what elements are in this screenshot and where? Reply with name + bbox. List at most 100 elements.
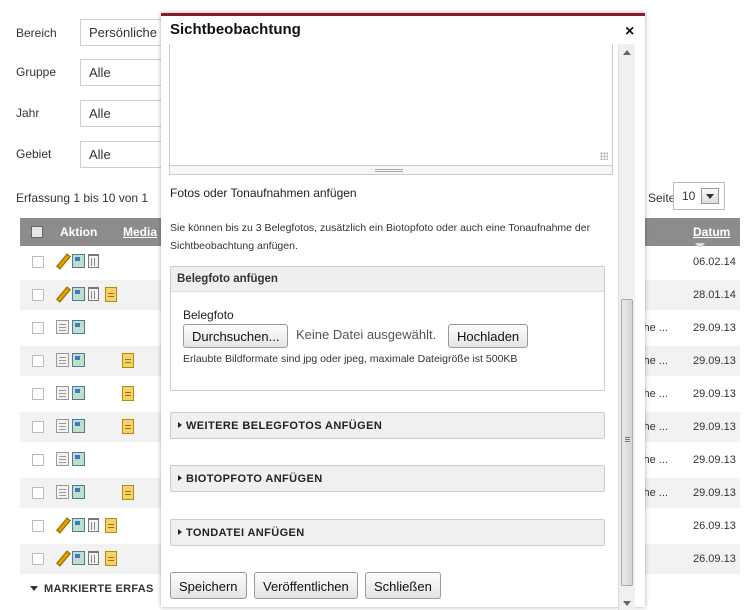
observation-textarea[interactable] <box>169 44 613 166</box>
row-checkbox[interactable] <box>32 520 44 532</box>
filter-jahr: Jahr <box>16 97 70 129</box>
map-icon[interactable] <box>72 254 85 268</box>
row-checkbox[interactable] <box>32 421 44 433</box>
map-icon[interactable] <box>72 551 85 565</box>
view-icon[interactable] <box>56 320 69 334</box>
trash-icon[interactable] <box>88 254 99 268</box>
upload-button[interactable]: Hochladen <box>448 324 529 348</box>
accordion-biotopfoto[interactable]: BIOTOPFOTO ANFÜGEN <box>170 465 605 492</box>
row-date: 29.09.13 <box>693 487 736 499</box>
row-checkbox[interactable] <box>32 388 44 400</box>
map-icon[interactable] <box>72 452 85 466</box>
accordion-weitere-belegfotos[interactable]: WEITERE BELEGFOTOS ANFÜGEN <box>170 412 605 439</box>
row-checkbox[interactable] <box>32 355 44 367</box>
row-checkbox[interactable] <box>32 487 44 499</box>
filter-gebiet: Gebiet <box>16 138 70 170</box>
browse-button[interactable]: Durchsuchen... <box>183 324 289 348</box>
row-checkbox[interactable] <box>32 553 44 565</box>
row-date: 26.09.13 <box>693 520 736 532</box>
media-file-icon[interactable] <box>105 518 117 533</box>
result-count: Erfassung 1 bis 10 von 1 <box>16 191 149 205</box>
row-date: 29.09.13 <box>693 421 736 433</box>
scroll-down-icon[interactable] <box>623 601 631 606</box>
dialog-scrollbar[interactable] <box>618 44 635 610</box>
scrollbar-thumb[interactable] <box>621 299 633 586</box>
accordion-label: WEITERE BELEGFOTOS ANFÜGEN <box>186 420 383 432</box>
column-datum-label: Datum <box>693 225 731 239</box>
scroll-up-icon[interactable] <box>623 50 631 55</box>
row-checkbox[interactable] <box>32 256 44 268</box>
filter-label-gebiet: Gebiet <box>16 147 52 161</box>
accordion-tondatei[interactable]: TONDATEI ANFÜGEN <box>170 519 605 546</box>
page-size-dropdown-icon[interactable] <box>701 188 719 204</box>
filter-gruppe: Gruppe <box>16 56 70 88</box>
select-all-checkbox[interactable] <box>31 226 43 238</box>
media-file-icon[interactable] <box>122 419 134 434</box>
page-size-select[interactable]: 10 <box>673 182 725 210</box>
bulk-action-toggle[interactable]: MARKIERTE ERFAS <box>30 583 154 595</box>
column-aktion: Aktion <box>60 225 98 239</box>
row-checkbox[interactable] <box>32 289 44 301</box>
section-title: Fotos oder Tonaufnahmen anfügen <box>170 186 357 200</box>
row-checkbox[interactable] <box>32 322 44 334</box>
edit-icon[interactable] <box>56 518 69 532</box>
bereich-value: Persönliche <box>89 25 157 40</box>
filter-label-jahr: Jahr <box>16 106 40 120</box>
map-icon[interactable] <box>72 386 85 400</box>
belegfoto-label: Belegfoto <box>183 308 234 322</box>
row-date: 26.09.13 <box>693 553 736 565</box>
gruppe-value: Alle <box>89 65 111 80</box>
media-file-icon[interactable] <box>122 353 134 368</box>
map-icon[interactable] <box>72 419 85 433</box>
resize-grip-icon[interactable] <box>600 152 608 160</box>
section-description: Sie können bis zu 3 Belegfotos, zusätzli… <box>170 222 591 252</box>
view-icon[interactable] <box>56 386 69 400</box>
map-icon[interactable] <box>72 485 85 499</box>
expand-arrow-icon <box>178 422 182 428</box>
save-button[interactable]: Speichern <box>170 572 247 599</box>
row-date: 29.09.13 <box>693 454 736 466</box>
close-button[interactable]: Schließen <box>365 572 441 599</box>
edit-icon[interactable] <box>56 551 69 565</box>
filter-bereich: Bereich <box>16 17 70 49</box>
trash-icon[interactable] <box>88 518 99 532</box>
filter-label-bereich: Bereich <box>16 26 57 40</box>
trash-icon[interactable] <box>88 287 99 301</box>
edit-icon[interactable] <box>56 254 69 268</box>
page-size-value: 10 <box>682 189 696 203</box>
jahr-value: Alle <box>89 106 111 121</box>
media-file-icon[interactable] <box>122 386 134 401</box>
row-date: 06.02.14 <box>693 256 736 268</box>
map-icon[interactable] <box>72 353 85 367</box>
sichtbeobachtung-dialog: Sichtbeobachtung × Fotos oder Tonaufnahm… <box>161 13 645 610</box>
file-status: Keine Datei ausgewählt. <box>296 327 437 342</box>
gebiet-value: Alle <box>89 147 111 162</box>
expand-arrow-icon <box>178 475 182 481</box>
dialog-title: Sichtbeobachtung <box>170 21 301 38</box>
accordion-label: BIOTOPFOTO ANFÜGEN <box>186 473 323 485</box>
map-icon[interactable] <box>72 287 85 301</box>
accordion-label: TONDATEI ANFÜGEN <box>186 527 305 539</box>
media-file-icon[interactable] <box>105 551 117 566</box>
publish-button[interactable]: Veröffentlichen <box>254 572 358 599</box>
row-date: 29.09.13 <box>693 322 736 334</box>
map-icon[interactable] <box>72 320 85 334</box>
media-file-icon[interactable] <box>105 287 117 302</box>
view-icon[interactable] <box>56 485 69 499</box>
panel-title: Belegfoto anfügen <box>171 267 604 292</box>
row-checkbox[interactable] <box>32 454 44 466</box>
media-file-icon[interactable] <box>122 485 134 500</box>
column-media[interactable]: Media <box>123 225 157 239</box>
map-icon[interactable] <box>72 518 85 532</box>
edit-icon[interactable] <box>56 287 69 301</box>
trash-icon[interactable] <box>88 551 99 565</box>
view-icon[interactable] <box>56 452 69 466</box>
row-date: 29.09.13 <box>693 388 736 400</box>
belegfoto-panel: Belegfoto anfügen Belegfoto Durchsuchen.… <box>170 266 605 391</box>
close-icon[interactable]: × <box>625 23 634 41</box>
bulk-action-label: MARKIERTE ERFAS <box>44 583 154 595</box>
view-icon[interactable] <box>56 353 69 367</box>
textarea-resize-handle[interactable] <box>169 166 613 175</box>
filter-label-gruppe: Gruppe <box>16 65 57 79</box>
view-icon[interactable] <box>56 419 69 433</box>
